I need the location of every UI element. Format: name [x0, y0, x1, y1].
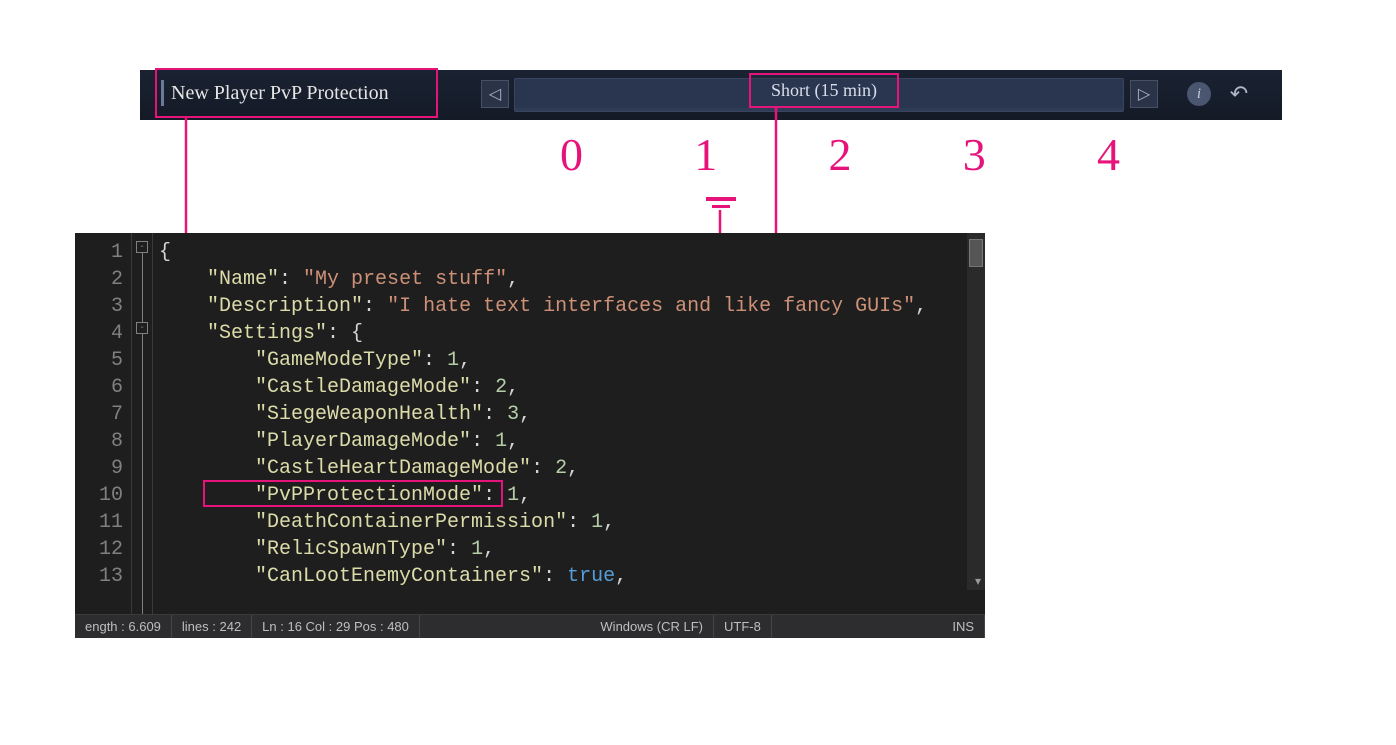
status-encoding: UTF-8	[714, 615, 772, 638]
option-segment-0[interactable]	[515, 79, 637, 111]
code-area[interactable]: { "Name": "My preset stuff", "Descriptio…	[153, 233, 985, 614]
fold-toggle[interactable]: -	[136, 322, 148, 334]
status-eol: Windows (CR LF)	[590, 615, 714, 638]
code-line: "CastleDamageMode": 2,	[159, 374, 985, 401]
line-number: 6	[75, 374, 123, 401]
line-number: 7	[75, 401, 123, 428]
line-number: 3	[75, 293, 123, 320]
code-line: "Settings": {	[159, 320, 985, 347]
code-line: {	[159, 239, 985, 266]
next-option-button[interactable]: ▷	[1130, 80, 1158, 108]
line-number: 10	[75, 482, 123, 509]
code-line: "PlayerDamageMode": 1,	[159, 428, 985, 455]
code-line: "CanLootEnemyContainers": true,	[159, 563, 985, 590]
status-position: Ln : 16 Col : 29 Pos : 480	[252, 615, 420, 638]
scroll-thumb[interactable]	[969, 239, 983, 267]
prev-option-button[interactable]: ◁	[481, 80, 509, 108]
annotation-number: 4	[1097, 128, 1120, 188]
undo-icon: ↶	[1230, 81, 1248, 107]
code-line: "DeathContainerPermission": 1,	[159, 509, 985, 536]
annotation-number: 3	[963, 128, 986, 188]
setting-label: New Player PvP Protection	[171, 82, 389, 105]
fold-toggle[interactable]: -	[136, 241, 148, 253]
line-number: 1	[75, 239, 123, 266]
line-number: 9	[75, 455, 123, 482]
option-segment-1[interactable]	[637, 79, 759, 111]
info-icon: i	[1197, 86, 1201, 103]
line-number: 13	[75, 563, 123, 590]
annotation-number: 1	[694, 128, 717, 188]
annotation-number: 0	[560, 128, 583, 188]
annotation-number: 2	[829, 128, 852, 188]
status-lines: lines : 242	[172, 615, 252, 638]
status-insert-mode: INS	[942, 615, 985, 638]
line-number: 11	[75, 509, 123, 536]
status-length: ength : 6.609	[75, 615, 172, 638]
line-number: 5	[75, 347, 123, 374]
editor-body: 12345678910111213 - - { "Name": "My pres…	[75, 233, 985, 614]
vertical-scrollbar[interactable]: ▾	[967, 233, 985, 590]
fold-rail: - -	[131, 233, 153, 614]
undo-button[interactable]: ↶	[1225, 80, 1253, 108]
option-value: Short (15 min)	[771, 80, 877, 101]
line-number: 2	[75, 266, 123, 293]
code-line: "CastleHeartDamageMode": 2,	[159, 455, 985, 482]
status-bar: ength : 6.609 lines : 242 Ln : 16 Col : …	[75, 614, 985, 638]
scroll-down-icon: ▾	[975, 574, 981, 588]
option-value-box: Short (15 min)	[749, 73, 899, 108]
code-line: "GameModeType": 1,	[159, 347, 985, 374]
code-line: "RelicSpawnType": 1,	[159, 536, 985, 563]
selected-index-marker	[706, 197, 736, 208]
code-line: "PvPProtectionMode": 1,	[159, 482, 985, 509]
line-number: 8	[75, 428, 123, 455]
chevron-right-icon: ▷	[1138, 84, 1150, 104]
code-line: "SiegeWeaponHealth": 3,	[159, 401, 985, 428]
line-number: 4	[75, 320, 123, 347]
line-number-gutter: 12345678910111213	[75, 233, 131, 614]
code-line: "Description": "I hate text interfaces a…	[159, 293, 985, 320]
annotation-number-row: 0 1 2 3 4	[560, 128, 1120, 188]
line-number: 12	[75, 536, 123, 563]
code-editor: 12345678910111213 - - { "Name": "My pres…	[75, 233, 985, 638]
code-line: "Name": "My preset stuff",	[159, 266, 985, 293]
option-segment-4[interactable]	[1001, 79, 1123, 111]
setting-label-box: New Player PvP Protection	[155, 68, 438, 118]
info-button[interactable]: i	[1187, 82, 1211, 106]
chevron-left-icon: ◁	[489, 84, 501, 104]
